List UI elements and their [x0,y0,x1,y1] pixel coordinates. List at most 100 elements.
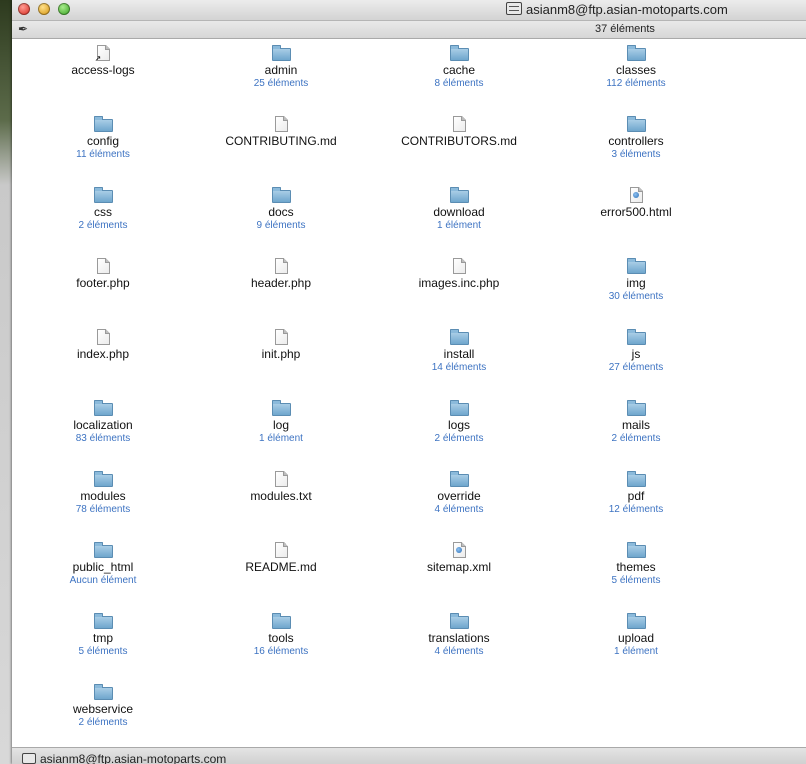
web-document-icon [452,542,466,558]
item-count-label: 112 éléments [606,78,666,89]
folder-icon [626,542,646,558]
path-toolbar: ✒ 37 éléments [12,21,806,39]
status-path: asianm8@ftp.asian-motoparts.com [22,752,226,764]
status-path-text: asianm8@ftp.asian-motoparts.com [40,752,227,764]
item-count-label: 1 élément [437,220,481,231]
folder-icon [626,471,646,487]
zoom-window-button[interactable] [58,3,70,15]
folder-icon [93,116,113,132]
item-name: admin [264,63,298,77]
item-count-label: 1 élément [259,433,303,444]
folder-item[interactable]: public_html Aucun élément [28,538,178,587]
folder-item[interactable]: logs 2 éléments [384,396,534,445]
item-name: public_html [72,560,134,574]
item-count-label: 16 éléments [253,646,309,657]
folder-icon [449,45,469,61]
folder-icon [93,400,113,416]
file-item[interactable]: header.php [206,254,356,290]
item-name: tmp [92,631,113,645]
folder-icon [271,613,291,629]
item-count-label: 1 élément [614,646,658,657]
item-name: tools [268,631,294,645]
item-name: mails [621,418,650,432]
folder-item[interactable]: localization 83 éléments [28,396,178,445]
file-item[interactable]: CONTRIBUTING.md [206,112,356,148]
file-item[interactable]: README.md [206,538,356,574]
item-name: img [626,276,646,290]
item-count-label: 3 éléments [611,149,661,160]
item-name: webservice [72,702,134,716]
item-name: access-logs [71,63,135,77]
folder-item[interactable]: tmp 5 éléments [28,609,178,658]
minimize-window-button[interactable] [38,3,50,15]
folder-item[interactable]: docs 9 éléments [206,183,356,232]
item-count-label: 78 éléments [75,504,131,515]
title-bar[interactable]: asianm8@ftp.asian-motoparts.com [12,0,806,21]
item-name: themes [616,560,656,574]
folder-item[interactable]: modules 78 éléments [28,467,178,516]
close-window-button[interactable] [18,3,30,15]
file-item[interactable]: init.php [206,325,356,361]
item-count-label: 9 éléments [256,220,306,231]
folder-item[interactable]: admin 25 éléments [206,41,356,90]
item-name: cache [442,63,476,77]
document-icon [274,116,288,132]
folder-icon [449,400,469,416]
item-name: images.inc.php [418,276,500,290]
status-bar: asianm8@ftp.asian-motoparts.com [12,747,806,764]
folder-icon [93,542,113,558]
folder-item[interactable]: js 27 éléments [561,325,711,374]
file-item[interactable]: CONTRIBUTORS.md [384,112,534,148]
folder-item[interactable]: upload 1 élément [561,609,711,658]
icon-grid[interactable]: access-logs admin25 éléments cache8 élémen… [12,39,806,747]
folder-item[interactable]: mails 2 éléments [561,396,711,445]
item-name: footer.php [76,276,130,290]
item-name: modules.txt [250,489,312,503]
folder-item[interactable]: log 1 élément [206,396,356,445]
folder-icon [449,471,469,487]
item-name: error500.html [600,205,672,219]
item-name: classes [615,63,656,77]
file-item[interactable]: sitemap.xml [384,538,534,574]
item-name: config [86,134,120,148]
document-icon [452,116,466,132]
folder-item[interactable]: css 2 éléments [28,183,178,232]
item-name: logs [447,418,470,432]
folder-item[interactable]: cache 8 éléments [384,41,534,90]
file-item[interactable]: images.inc.php [384,254,534,290]
folder-item[interactable]: tools 16 éléments [206,609,356,658]
folder-item[interactable]: controllers 3 éléments [561,112,711,161]
folder-icon [626,400,646,416]
item-count-label: 14 éléments [431,362,487,373]
folder-item[interactable]: classes 112 éléments [561,41,711,90]
folder-item[interactable]: install 14 éléments [384,325,534,374]
folder-icon [626,613,646,629]
folder-item[interactable]: themes 5 éléments [561,538,711,587]
folder-icon [271,45,291,61]
item-count-label: 12 éléments [608,504,664,515]
document-icon [96,329,110,345]
file-item[interactable]: access-logs [28,41,178,77]
web-document-icon [629,187,643,203]
pin-icon[interactable]: ✒ [18,22,28,36]
folder-item[interactable]: translations 4 éléments [384,609,534,658]
item-name: log [272,418,289,432]
folder-item[interactable]: webservice 2 éléments [28,680,178,729]
folder-item[interactable]: pdf 12 éléments [561,467,711,516]
folder-item[interactable]: img 30 éléments [561,254,711,303]
folder-icon [449,187,469,203]
file-item[interactable]: modules.txt [206,467,356,503]
item-count-label: 83 éléments [75,433,131,444]
file-item[interactable]: footer.php [28,254,178,290]
folder-item[interactable]: config 11 éléments [28,112,178,161]
file-item[interactable]: error500.html [561,183,711,219]
item-count-label: 2 éléments [611,433,661,444]
folder-item[interactable]: override 4 éléments [384,467,534,516]
item-name: download [433,205,485,219]
file-item[interactable]: index.php [28,325,178,361]
folder-item[interactable]: download 1 élément [384,183,534,232]
item-count-label: 2 éléments [78,220,128,231]
item-name: docs [268,205,294,219]
item-name: override [437,489,481,503]
item-count-label: 25 éléments [253,78,309,89]
